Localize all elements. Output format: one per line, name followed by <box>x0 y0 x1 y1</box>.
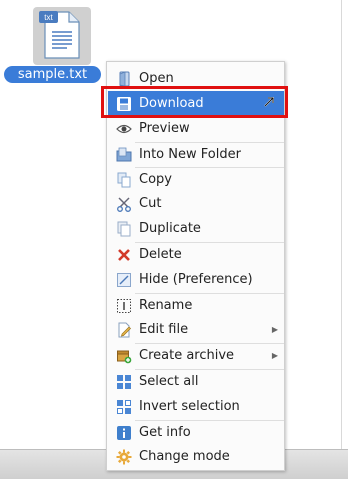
cursor-arrow-icon <box>262 95 276 109</box>
menu-item-label: Cut <box>139 196 162 211</box>
menu-item-label: Edit file <box>139 322 189 337</box>
select-all-icon <box>116 374 132 390</box>
pane-border <box>341 0 342 456</box>
menu-item-copy[interactable]: Copy <box>108 168 284 192</box>
menu-item-label: Create archive <box>139 348 235 363</box>
menu-item-edit-file[interactable]: Edit file ▶ <box>108 318 284 342</box>
menu-item-hide[interactable]: Hide (Preference) <box>108 268 284 292</box>
menu-item-label: Delete <box>139 247 182 262</box>
menu-item-label: Rename <box>139 298 193 313</box>
delete-icon <box>116 247 132 263</box>
file-type-badge: txt <box>44 13 53 22</box>
menu-item-label: Invert selection <box>139 399 240 414</box>
menu-item-delete[interactable]: Delete <box>108 243 284 267</box>
highlight-box <box>101 86 288 118</box>
menu-item-into-new-folder[interactable]: Into New Folder <box>108 143 284 167</box>
menu-item-cut[interactable]: Cut <box>108 192 284 216</box>
menu-item-label: Into New Folder <box>139 147 241 162</box>
invert-selection-icon <box>116 399 132 415</box>
gear-icon <box>116 449 132 465</box>
eye-icon <box>116 121 132 137</box>
menu-item-label: Copy <box>139 172 172 187</box>
submenu-arrow-icon: ▶ <box>271 325 278 334</box>
info-icon <box>116 425 132 441</box>
text-file-icon: txt <box>39 10 83 60</box>
hide-icon <box>116 272 132 288</box>
open-icon <box>116 71 132 87</box>
edit-file-icon <box>116 322 132 338</box>
menu-item-label: Hide (Preference) <box>139 272 253 287</box>
copy-icon <box>116 172 132 188</box>
file-name-label[interactable]: sample.txt <box>4 66 101 83</box>
menu-item-change-mode[interactable]: Change mode <box>108 445 284 469</box>
menu-item-label: Get info <box>139 425 191 440</box>
menu-item-get-info[interactable]: Get info <box>108 421 284 445</box>
menu-item-duplicate[interactable]: Duplicate <box>108 217 284 241</box>
menu-item-create-archive[interactable]: Create archive ▶ <box>108 344 284 368</box>
duplicate-icon <box>116 221 132 237</box>
menu-item-select-all[interactable]: Select all <box>108 370 284 394</box>
new-folder-icon <box>116 147 132 163</box>
menu-item-label: Duplicate <box>139 221 201 236</box>
menu-item-preview[interactable]: Preview <box>108 117 284 141</box>
scissors-icon <box>116 196 132 212</box>
menu-item-label: Preview <box>139 121 190 136</box>
menu-item-label: Select all <box>139 374 199 389</box>
menu-item-label: Change mode <box>139 449 230 464</box>
submenu-arrow-icon: ▶ <box>271 351 278 360</box>
rename-icon <box>116 298 132 314</box>
menu-item-invert-selection[interactable]: Invert selection <box>108 395 284 419</box>
archive-icon <box>116 348 132 364</box>
menu-item-rename[interactable]: Rename <box>108 294 284 318</box>
context-menu: Open Download Preview Into New Folder Co… <box>106 61 285 471</box>
